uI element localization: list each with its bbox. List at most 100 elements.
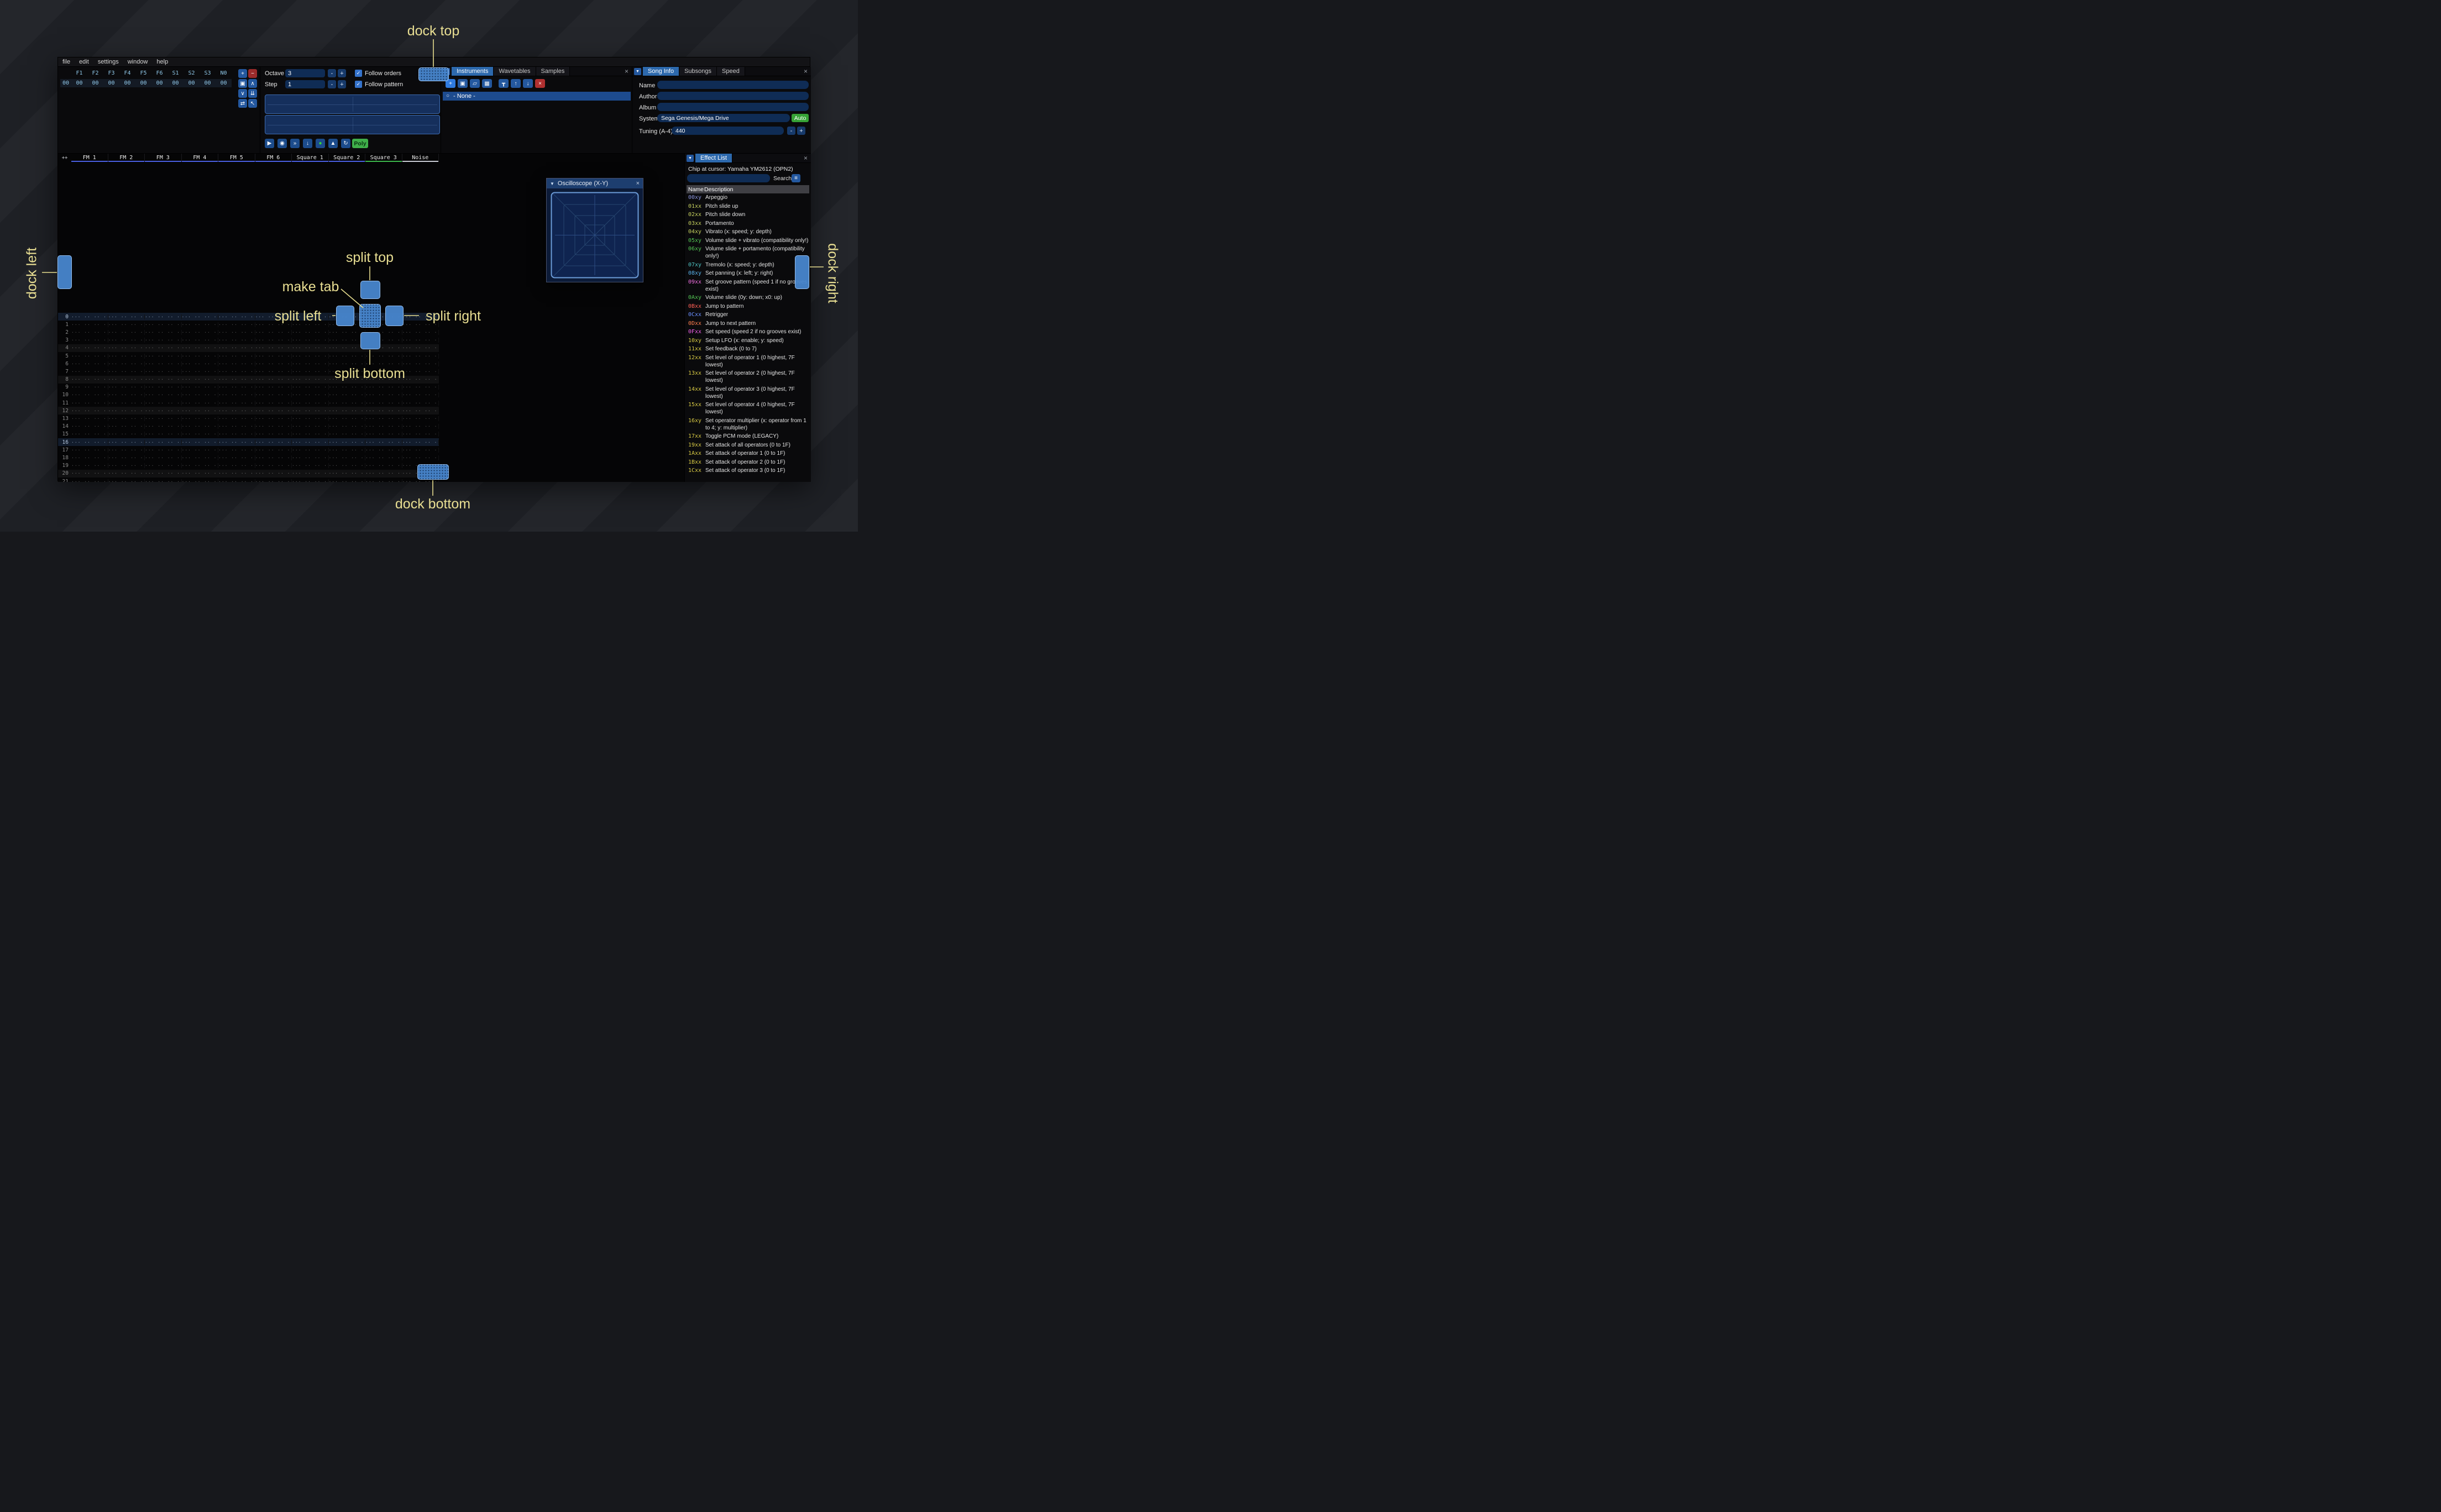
pattern-row[interactable]: 2 ··· ·· ·· · ··· ·· · · · ·· · ·· ·· · · ·· ·· ·… [58,328,439,336]
close-icon[interactable]: × [804,155,808,161]
poly-button[interactable]: Poly [352,139,368,148]
orders-add-button[interactable]: + [238,69,247,78]
system-field[interactable]: Sega Genesis/Mega Drive [657,114,790,122]
orders-remove-button[interactable]: − [248,69,257,78]
pattern-row[interactable]: 4 ··· ·· ·· · ··· ·· · · · ·· · ·· ·· · · ·· ·· ·… [58,344,439,352]
order-cell[interactable]: 00 [71,80,87,86]
pattern-expand-button[interactable]: ++ [58,154,71,162]
transport-play-from-cursor-button[interactable]: » [290,139,300,148]
effect-search-input[interactable] [687,174,770,182]
order-cell[interactable]: 00 [200,80,216,86]
pattern-row[interactable]: 17 ··· ·· ·· · ··· ·· · · · ·· · ·· ·· · · ·· ·· … [58,446,439,454]
orders-row[interactable]: 00 00 00 00 00 00 00 00 00 00 00 [60,79,232,87]
channel-header-fm-5[interactable]: FM 5 [218,154,255,162]
tab-wavetables[interactable]: Wavetables [494,67,536,76]
pattern-row[interactable]: 20 ··· ·· ·· · ··· ·· · · · ·· · ·· ·· · · ·· ·· … [58,469,439,477]
instruments-move-up-button[interactable]: ↑ [511,79,521,88]
album-field[interactable] [657,103,809,111]
menu-item-edit[interactable]: edit [79,59,89,65]
tab-list-popup-button[interactable]: ▼ [634,67,641,75]
transport-play-pattern-button[interactable]: ◉ [277,139,287,148]
transport-repeat-button[interactable]: ↻ [341,139,350,148]
oscilloscope-title-bar[interactable]: ▼ Oscilloscope (X-Y) × [547,179,643,188]
order-cell[interactable]: 00 [119,80,135,86]
pattern-row[interactable]: 12 ··· ·· ·· · ··· ·· · · · ·· · ·· ·· · · ·· ·· … [58,407,439,415]
pattern-row[interactable]: 9 ··· ·· ·· · ··· ·· · · · ·· · ·· ·· · · ·· ·· ·… [58,384,439,391]
tab-instruments[interactable]: Instruments [452,67,494,76]
tuning-plus-button[interactable]: + [797,127,805,135]
pattern-row[interactable]: 5 ··· ·· ·· · ··· ·· · · · ·· · ·· ·· · · ·· ·· ·… [58,352,439,360]
dock-bottom-target[interactable] [417,464,449,480]
effect-list-menu-button[interactable]: ≡ [792,174,800,182]
instrument-list-item[interactable]: ○ - None - [443,92,631,101]
tab-subsongs[interactable]: Subsongs [679,67,717,76]
transport-metronome-button[interactable]: ▲ [328,139,338,148]
order-cell[interactable]: 00 [151,80,167,86]
octave-plus-button[interactable]: + [338,69,346,77]
close-icon[interactable]: × [625,68,628,75]
order-cell[interactable]: 00 [103,80,119,86]
orders-move-up-button[interactable]: ∧ [248,79,257,88]
instruments-save-button[interactable]: ▦ [482,79,492,88]
order-cell[interactable]: 00 [87,80,103,86]
channel-header-fm-6[interactable]: FM 6 [255,154,292,162]
close-icon[interactable]: × [804,68,808,75]
orders-edit-mode-button[interactable]: ↖ [248,99,257,108]
pattern-row[interactable]: 0 ··· ·· ·· · ··· ·· · · · ·· · ·· ·· · · ·· ·· ·… [58,313,439,321]
pattern-row[interactable]: 11 ··· ·· ·· · ··· ·· · · · ·· · ·· ·· · · ·· ·· … [58,399,439,407]
orders-move-down-button[interactable]: ∨ [238,89,247,98]
channel-header-square-1[interactable]: Square 1 [292,154,329,162]
step-input[interactable]: 1 [285,80,325,88]
tab-effect-list[interactable]: Effect List [695,154,733,162]
pattern-row[interactable]: 15 ··· ·· ·· · ··· ·· · · · ·· · ·· ·· · · ·· ·· … [58,431,439,438]
dock-left-target[interactable] [57,255,72,289]
name-field[interactable] [657,81,809,89]
channel-header-fm-3[interactable]: FM 3 [145,154,182,162]
orders-change-all-button[interactable]: ⇄ [238,99,247,108]
auto-system-button[interactable]: Auto [792,114,809,122]
orders-duplicate-button[interactable]: ▣ [238,79,247,88]
order-cell[interactable]: 00 [167,80,184,86]
order-cell[interactable]: 00 [184,80,200,86]
instruments-delete-button[interactable]: × [535,79,545,88]
transport-stop-button[interactable]: ↓ [303,139,312,148]
pattern-row[interactable]: 16 ··· ·· ·· · ··· ·· · · · ·· · ·· ·· · · ·· ·· … [58,438,439,447]
channel-header-fm-2[interactable]: FM 2 [108,154,145,162]
tab-song-info[interactable]: Song Info [643,67,680,76]
pattern-row[interactable]: 13 ··· ·· ·· · ··· ·· · · · ·· · ·· ·· · · ·· ·· … [58,414,439,422]
close-icon[interactable]: × [636,180,640,187]
tuning-minus-button[interactable]: - [787,127,795,135]
dock-top-target[interactable] [418,67,449,81]
author-field[interactable] [657,92,809,100]
channel-header-fm-1[interactable]: FM 1 [71,154,108,162]
orders-duplicate-end-button[interactable]: ⇊ [248,89,257,98]
order-cell[interactable]: 00 [135,80,151,86]
menu-item-help[interactable]: help [156,59,168,65]
octave-input[interactable]: 3 [285,69,325,77]
split-top-target[interactable] [360,281,380,299]
instruments-organize-button[interactable]: ┳ [499,79,509,88]
instruments-move-down-button[interactable]: ↓ [523,79,533,88]
step-minus-button[interactable]: - [328,80,336,88]
step-plus-button[interactable]: + [338,80,346,88]
pattern-row[interactable]: 1 ··· ·· ·· · ··· ·· · · · ·· · ·· ·· · · ·· ·· ·… [58,321,439,328]
transport-play-button[interactable]: ▶ [265,139,274,148]
menu-item-window[interactable]: window [128,59,148,65]
menu-item-settings[interactable]: settings [98,59,119,65]
follow-pattern-checkbox[interactable]: ✓ [355,81,362,88]
instruments-open-button[interactable]: ▱ [470,79,480,88]
channel-header-square-2[interactable]: Square 2 [328,154,365,162]
tuning-field[interactable]: 440 [672,127,784,135]
pattern-row[interactable]: 19 ··· ·· ·· · ··· ·· · · · ·· · ·· ·· · · ·· ·· … [58,462,439,470]
pattern-row[interactable]: 3 ··· ·· ·· · ··· ·· · · · ·· · ·· ·· · · ·· ·· ·… [58,337,439,344]
pattern-row[interactable]: 18 ··· ·· ·· · ··· ·· · · · ·· · ·· ·· · · ·· ·· … [58,454,439,461]
order-cell[interactable]: 00 [216,80,232,86]
octave-minus-button[interactable]: - [328,69,336,77]
menu-item-file[interactable]: file [62,59,70,65]
channel-header-noise[interactable]: Noise [402,154,439,162]
split-right-target[interactable] [385,306,404,326]
pattern-row[interactable]: 14 ··· ·· ·· · ··· ·· · · · ·· · ·· ·· · · ·· ·· … [58,423,439,431]
channel-header-fm-4[interactable]: FM 4 [181,154,218,162]
tab-list-popup-button[interactable]: ▼ [687,154,694,162]
make-tab-target[interactable] [359,304,381,328]
